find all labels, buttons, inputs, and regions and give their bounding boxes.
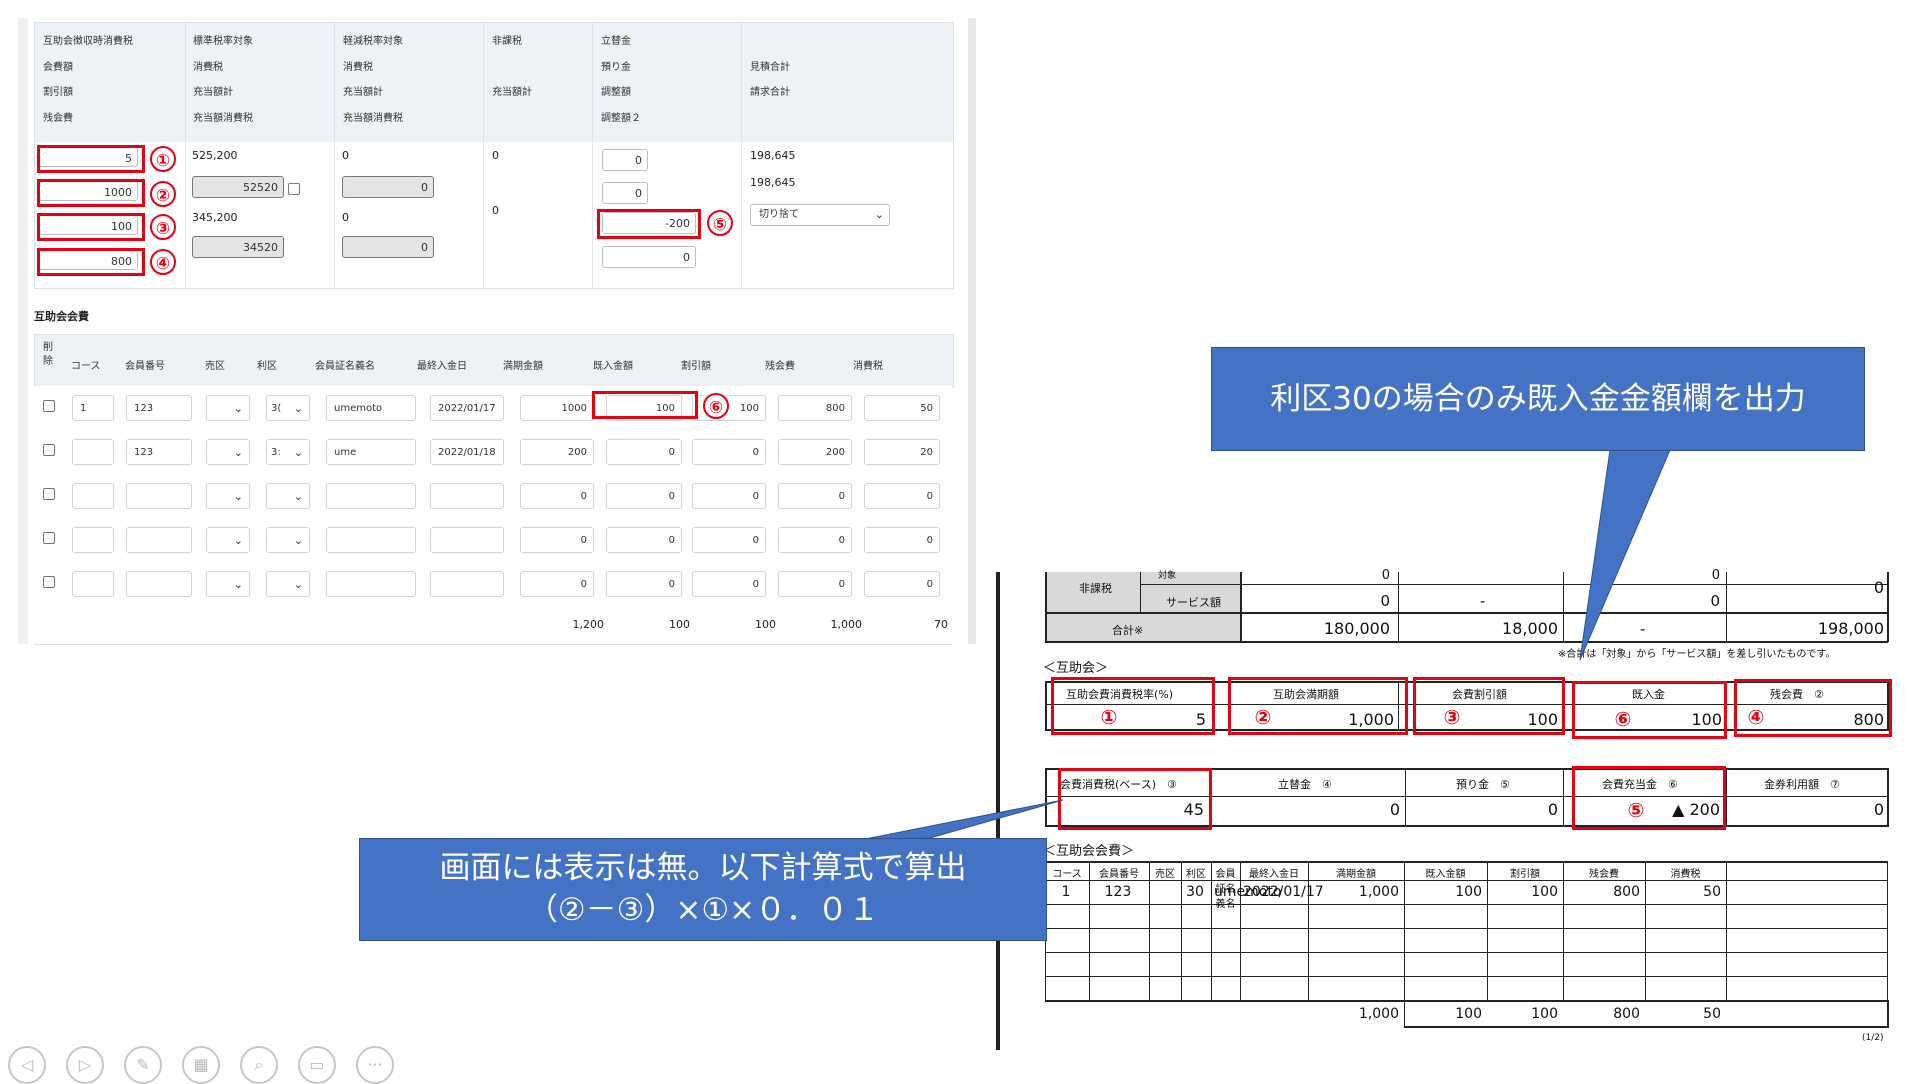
top-callout: 利区30の場合のみ既入金金額欄を出力: [1211, 347, 1865, 451]
pen-icon[interactable]: ✎: [124, 1046, 162, 1084]
prev-slide-button[interactable]: ◁: [8, 1046, 46, 1084]
subtitles-icon[interactable]: ▭: [298, 1046, 336, 1084]
slides-grid-icon[interactable]: ▦: [182, 1046, 220, 1084]
more-options-icon[interactable]: ···: [356, 1046, 394, 1084]
top-callout-pointer: [1579, 449, 1671, 661]
next-slide-button[interactable]: ▷: [66, 1046, 104, 1084]
bottom-callout-pointer: [859, 799, 1064, 841]
bottom-callout: 画面には表示は無。以下計算式で算出 （②－③）×①×０．０１: [359, 838, 1047, 941]
zoom-icon[interactable]: ⌕: [240, 1046, 278, 1084]
